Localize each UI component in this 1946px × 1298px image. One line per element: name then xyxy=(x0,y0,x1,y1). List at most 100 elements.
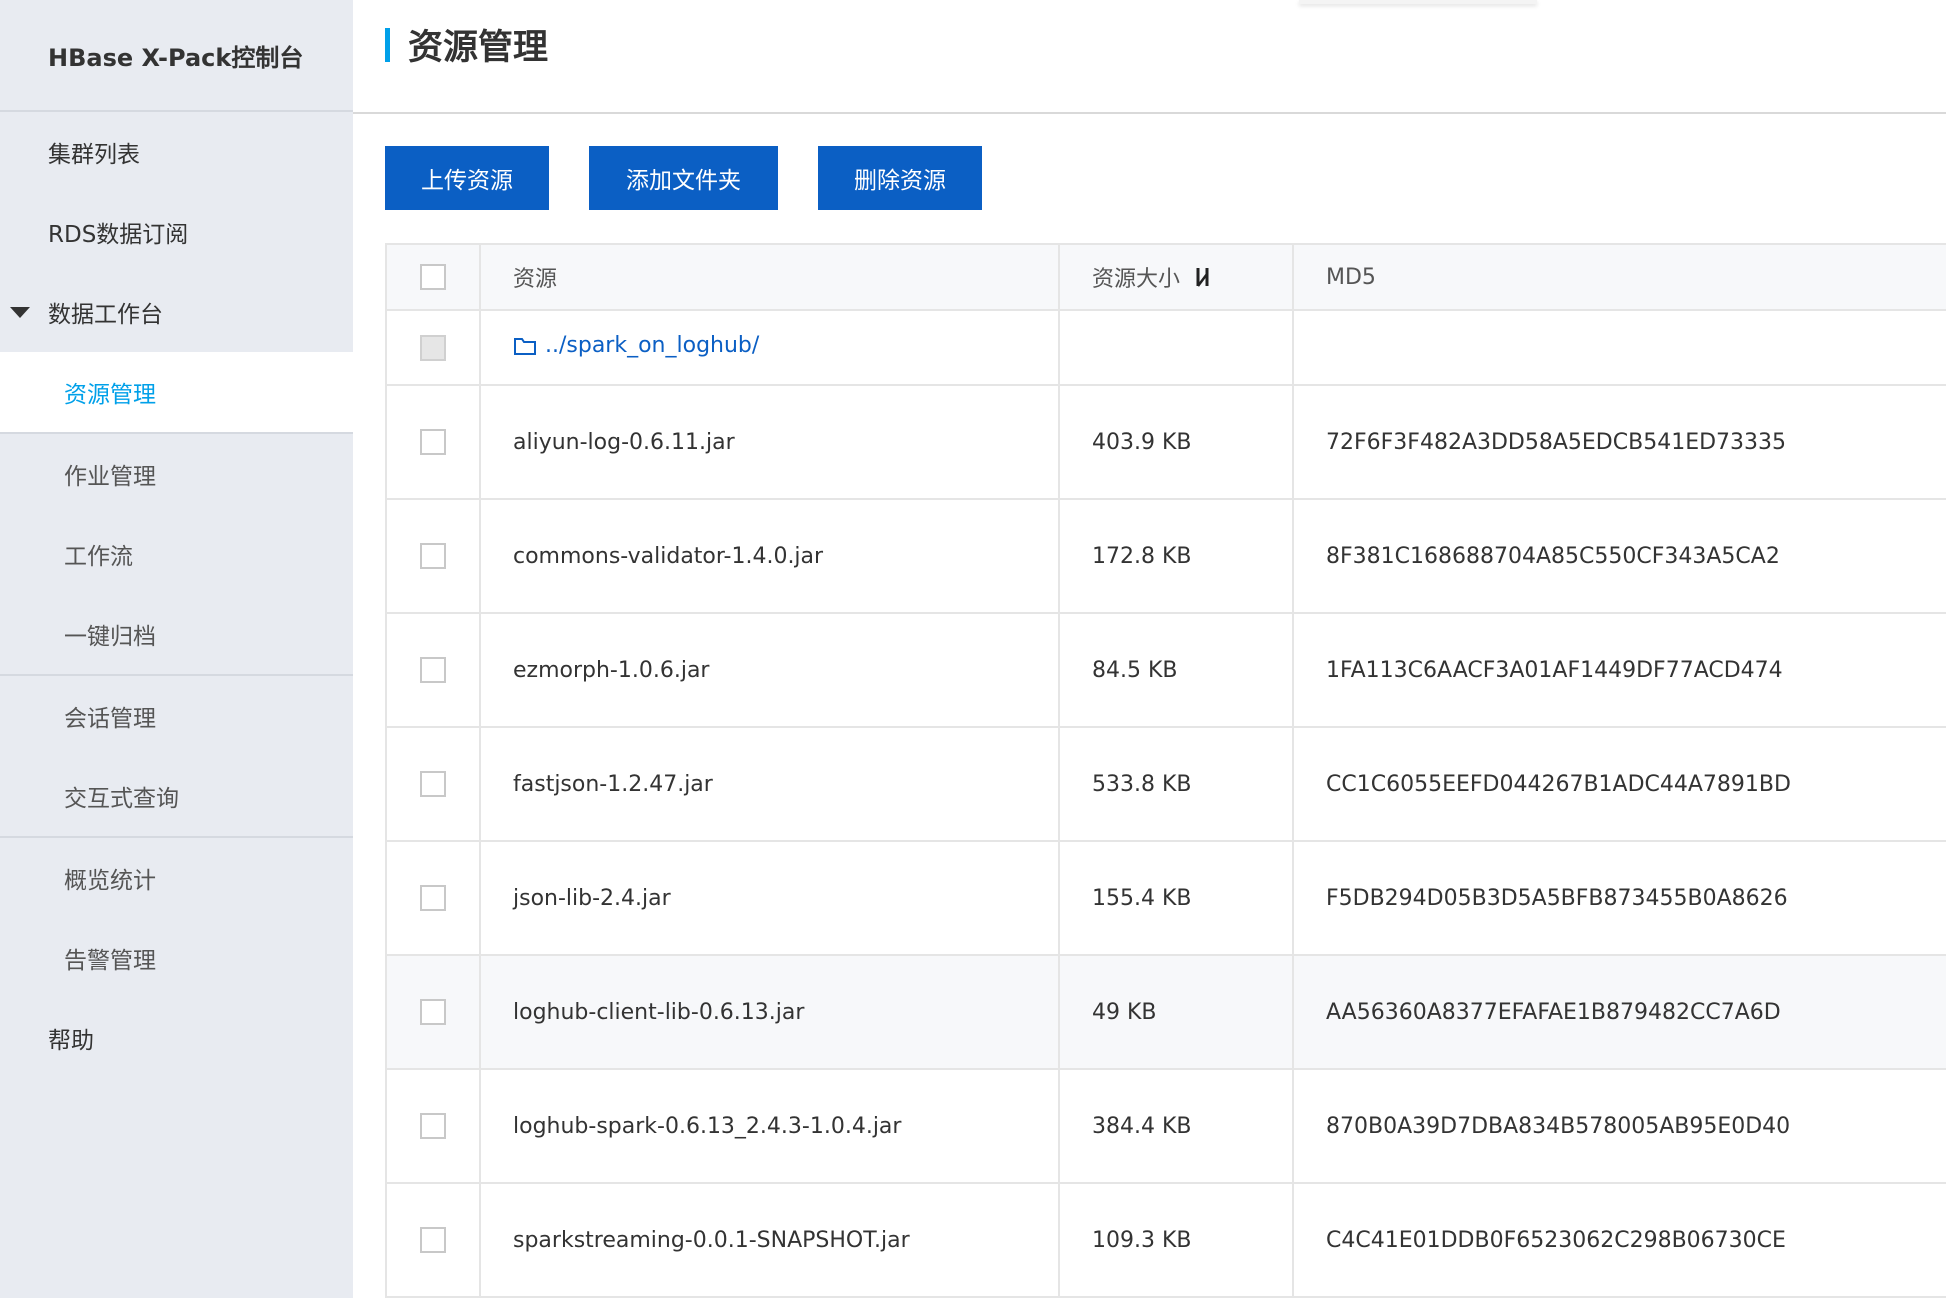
file-name-cell: json-lib-2.4.jar xyxy=(480,841,1060,956)
sidebar-item-label: 会话管理 xyxy=(64,706,156,732)
row-checkbox-cell xyxy=(387,613,481,728)
page-header: 资源管理 xyxy=(353,0,1946,114)
file-size-cell: 155.4 KB xyxy=(1059,841,1294,956)
add-folder-button[interactable]: 添加文件夹 xyxy=(589,146,778,210)
sidebar-item-one-click-archive[interactable]: 一键归档 xyxy=(0,594,353,674)
column-header-size[interactable]: 资源大小 xyxy=(1059,245,1294,311)
folder-link[interactable]: ../spark_on_loghub/ xyxy=(513,333,759,358)
sort-icon[interactable] xyxy=(1195,266,1211,294)
file-name-cell: loghub-spark-0.6.13_2.4.3-1.0.4.jar xyxy=(480,1069,1060,1184)
sidebar-item-job-management[interactable]: 作业管理 xyxy=(0,434,353,514)
row-checkbox[interactable] xyxy=(420,429,446,455)
column-header-size-label: 资源大小 xyxy=(1092,266,1181,292)
table-row[interactable]: fastjson-1.2.47.jar 533.8 KB CC1C6055EEF… xyxy=(387,727,1946,842)
sidebar-item-help[interactable]: 帮助 xyxy=(0,998,353,1078)
row-checkbox-cell xyxy=(387,955,481,1070)
row-checkbox[interactable] xyxy=(420,885,446,911)
sidebar-item-session-management[interactable]: 会话管理 xyxy=(0,676,353,756)
sidebar-item-cluster-list[interactable]: 集群列表 xyxy=(0,112,353,192)
main-content: 资源管理 上传资源 添加文件夹 删除资源 资源 资源大小 MD5 ../spar… xyxy=(353,0,1946,1298)
file-md5-cell: 1FA113C6AACF3A01AF1449DF77ACD474 xyxy=(1293,613,1946,728)
row-checkbox-cell xyxy=(387,310,481,386)
file-md5-cell: C4C41E01DDB0F6523062C298B06730CE xyxy=(1293,1183,1946,1298)
sidebar-item-label: 告警管理 xyxy=(64,948,156,974)
sidebar-item-label: 交互式查询 xyxy=(64,786,179,812)
file-md5-cell: 870B0A39D7DBA834B578005AB95E0D40 xyxy=(1293,1069,1946,1184)
table-row[interactable]: aliyun-log-0.6.11.jar 403.9 KB 72F6F3F48… xyxy=(387,385,1946,500)
sidebar-item-label: 集群列表 xyxy=(48,142,140,168)
sidebar-item-label: 帮助 xyxy=(48,1028,94,1054)
sidebar-item-label: 作业管理 xyxy=(64,464,156,490)
row-checkbox[interactable] xyxy=(420,657,446,683)
table-row[interactable]: ezmorph-1.0.6.jar 84.5 KB 1FA113C6AACF3A… xyxy=(387,613,1946,728)
row-checkbox[interactable] xyxy=(420,1113,446,1139)
file-size-cell: 49 KB xyxy=(1059,955,1294,1070)
sidebar-item-label: RDS数据订阅 xyxy=(48,222,189,248)
sidebar-item-rds-subscription[interactable]: RDS数据订阅 xyxy=(0,192,353,272)
file-name-cell: ezmorph-1.0.6.jar xyxy=(480,613,1060,728)
table-header-row: 资源 资源大小 MD5 xyxy=(387,245,1946,311)
sidebar-item-resource-management[interactable]: 资源管理 xyxy=(0,352,353,432)
table-row[interactable]: commons-validator-1.4.0.jar 172.8 KB 8F3… xyxy=(387,499,1946,614)
file-size-cell: 403.9 KB xyxy=(1059,385,1294,500)
row-checkbox-cell xyxy=(387,841,481,956)
file-size-cell: 109.3 KB xyxy=(1059,1183,1294,1298)
folder-icon xyxy=(513,336,537,356)
table-row-folder[interactable]: ../spark_on_loghub/ xyxy=(387,310,1946,386)
row-checkbox[interactable] xyxy=(420,999,446,1025)
file-size-cell: 384.4 KB xyxy=(1059,1069,1294,1184)
row-checkbox[interactable] xyxy=(420,771,446,797)
table-row[interactable]: sparkstreaming-0.0.1-SNAPSHOT.jar 109.3 … xyxy=(387,1183,1946,1298)
table-row[interactable]: loghub-client-lib-0.6.13.jar 49 KB AA563… xyxy=(387,955,1946,1070)
row-checkbox-cell xyxy=(387,499,481,614)
title-accent-bar xyxy=(385,27,390,62)
file-size-cell: 533.8 KB xyxy=(1059,727,1294,842)
row-checkbox xyxy=(420,334,446,361)
column-header-name: 资源 xyxy=(480,245,1060,311)
file-name-cell: loghub-client-lib-0.6.13.jar xyxy=(480,955,1060,1070)
folder-name-cell: ../spark_on_loghub/ xyxy=(480,310,1060,386)
file-md5-cell: AA56360A8377EFAFAE1B879482CC7A6D xyxy=(1293,955,1946,1070)
row-checkbox-cell xyxy=(387,1183,481,1298)
row-checkbox-cell xyxy=(387,727,481,842)
file-md5-cell: F5DB294D05B3D5A5BFB873455B0A8626 xyxy=(1293,841,1946,956)
file-md5-cell: CC1C6055EEFD044267B1ADC44A7891BD xyxy=(1293,727,1946,842)
delete-resource-button[interactable]: 删除资源 xyxy=(818,146,982,210)
toolbar: 上传资源 添加文件夹 删除资源 xyxy=(385,146,982,210)
folder-size-cell xyxy=(1059,310,1294,386)
table-row[interactable]: json-lib-2.4.jar 155.4 KB F5DB294D05B3D5… xyxy=(387,841,1946,956)
row-checkbox[interactable] xyxy=(420,543,446,569)
column-header-md5: MD5 xyxy=(1293,245,1946,311)
sidebar-item-label: 数据工作台 xyxy=(48,302,163,328)
file-size-cell: 172.8 KB xyxy=(1059,499,1294,614)
sidebar: HBase X-Pack控制台 集群列表 RDS数据订阅 数据工作台 资源管理 … xyxy=(0,0,353,1298)
file-name-cell: sparkstreaming-0.0.1-SNAPSHOT.jar xyxy=(480,1183,1060,1298)
sidebar-item-label: 资源管理 xyxy=(64,382,156,408)
row-checkbox[interactable] xyxy=(420,1227,446,1253)
resource-table: 资源 资源大小 MD5 ../spark_on_loghub/ aliyun-l… xyxy=(385,243,1946,1298)
row-checkbox-cell xyxy=(387,385,481,500)
sidebar-item-alert-management[interactable]: 告警管理 xyxy=(0,918,353,998)
file-name-cell: aliyun-log-0.6.11.jar xyxy=(480,385,1060,500)
sidebar-item-workflow[interactable]: 工作流 xyxy=(0,514,353,594)
table-row[interactable]: loghub-spark-0.6.13_2.4.3-1.0.4.jar 384.… xyxy=(387,1069,1946,1184)
sidebar-item-overview-stats[interactable]: 概览统计 xyxy=(0,838,353,918)
sidebar-item-interactive-query[interactable]: 交互式查询 xyxy=(0,756,353,836)
row-checkbox-cell xyxy=(387,1069,481,1184)
file-size-cell: 84.5 KB xyxy=(1059,613,1294,728)
sidebar-item-label: 概览统计 xyxy=(64,868,156,894)
app: HBase X-Pack控制台 集群列表 RDS数据订阅 数据工作台 资源管理 … xyxy=(0,0,1946,1298)
sidebar-item-label: 工作流 xyxy=(64,544,133,570)
sidebar-item-data-workbench[interactable]: 数据工作台 xyxy=(0,272,353,352)
top-dropdown-edge xyxy=(1299,0,1537,4)
brand-title: HBase X-Pack控制台 xyxy=(0,0,353,112)
file-md5-cell: 8F381C168688704A85C550CF343A5CA2 xyxy=(1293,499,1946,614)
folder-name: ../spark_on_loghub/ xyxy=(545,333,760,359)
file-name-cell: fastjson-1.2.47.jar xyxy=(480,727,1060,842)
file-name-cell: commons-validator-1.4.0.jar xyxy=(480,499,1060,614)
header-select-all-cell xyxy=(387,245,481,311)
upload-resource-button[interactable]: 上传资源 xyxy=(385,146,549,210)
file-md5-cell: 72F6F3F482A3DD58A5EDCB541ED73335 xyxy=(1293,385,1946,500)
select-all-checkbox[interactable] xyxy=(420,264,446,290)
page-title: 资源管理 xyxy=(408,28,549,68)
